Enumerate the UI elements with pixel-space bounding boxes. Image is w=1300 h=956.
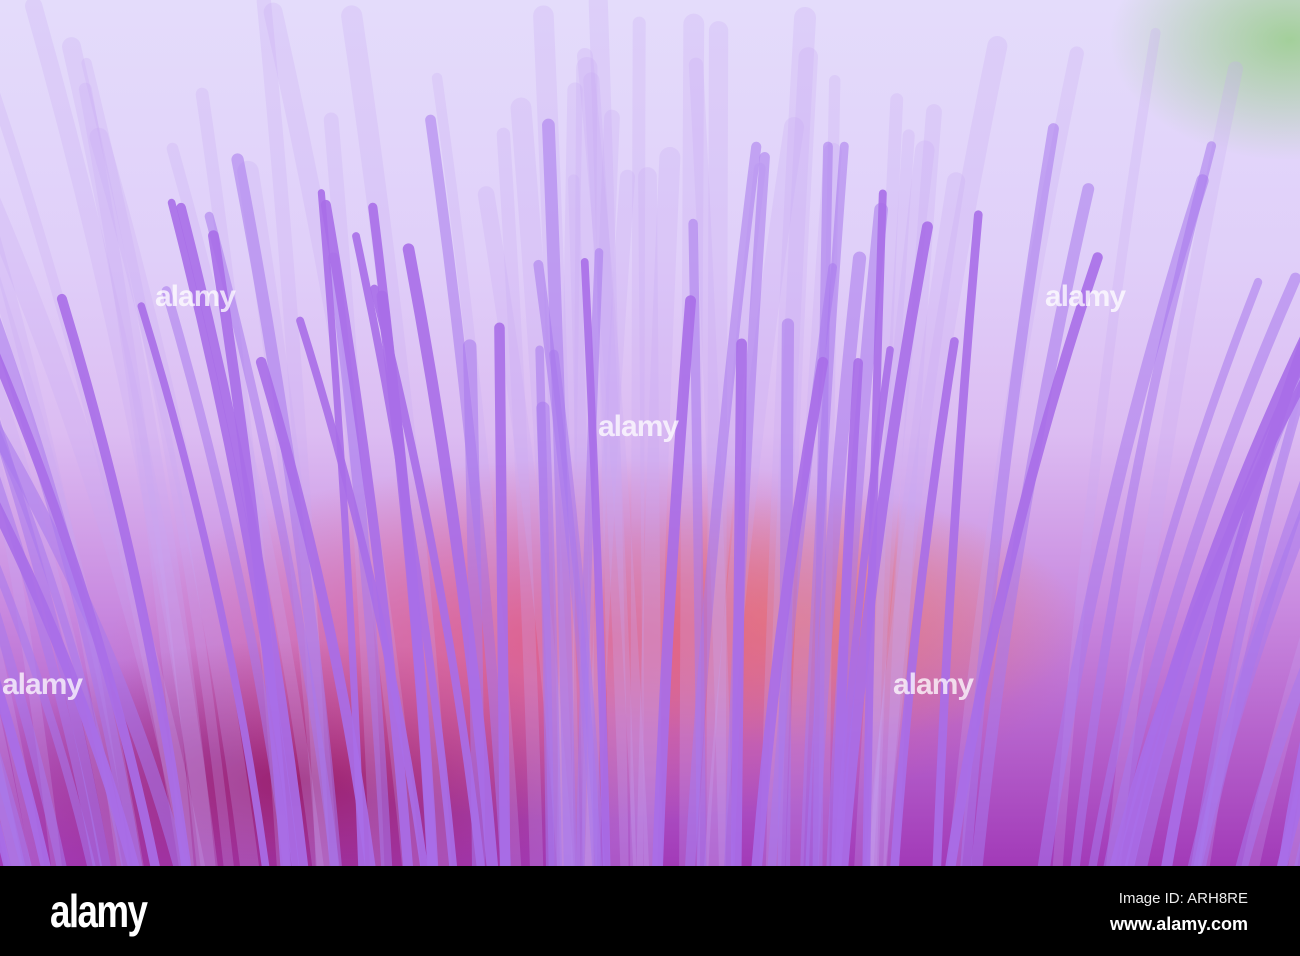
- alamy-logo: alamy: [50, 885, 148, 937]
- watermark: alamy: [2, 668, 83, 701]
- image-id: Image ID: ARH8RE: [1118, 890, 1248, 907]
- watermark: alamy: [1045, 280, 1126, 313]
- filament: [730, 338, 747, 866]
- filament: [638, 167, 663, 866]
- website-link[interactable]: www.alamy.com: [1110, 914, 1248, 935]
- watermark: alamy: [155, 280, 236, 313]
- filament: [494, 322, 511, 866]
- footer-bar: alamy Image ID: ARH8RE www.alamy.com: [0, 866, 1300, 956]
- flower-photo: alamy alamy alamy alamy alamy: [0, 0, 1300, 866]
- filament: [1288, 794, 1300, 866]
- watermark: alamy: [893, 668, 974, 701]
- filament: [1281, 756, 1300, 866]
- watermark: alamy: [598, 410, 679, 443]
